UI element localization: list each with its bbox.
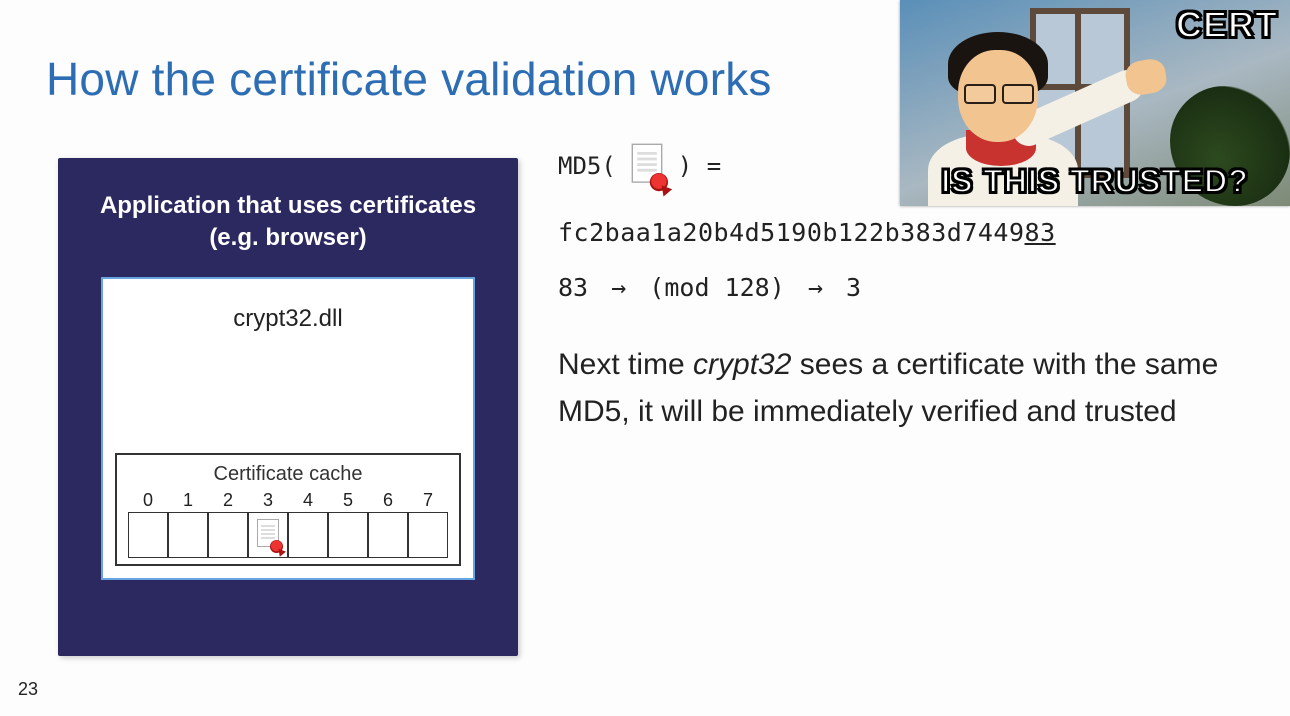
crypt32-box: crypt32.dll Certificate cache 0 1 2 3 4 …: [101, 277, 475, 580]
cache-slot-filled: [248, 512, 288, 558]
certificate-icon: [255, 519, 281, 551]
certificate-icon: [629, 144, 665, 189]
arrow-icon: →: [611, 273, 626, 302]
md5-expression: MD5( ) =: [558, 150, 1262, 182]
cache-index: 2: [208, 490, 248, 512]
cache-slot: [328, 512, 368, 558]
cache-index: 0: [128, 490, 168, 512]
app-diagram: Application that uses certificates (e.g.…: [58, 158, 518, 656]
cache-index-row: 0 1 2 3 4 5 6 7: [123, 490, 453, 512]
md5-suffix: ) =: [678, 152, 721, 180]
slide-number: 23: [18, 679, 38, 700]
cache-index: 3: [248, 490, 288, 512]
cache-index: 6: [368, 490, 408, 512]
meme-top-text: CERT: [1176, 4, 1278, 46]
arrow-icon: →: [808, 273, 823, 302]
hash-value: fc2baa1a20b4d5190b122b383d744983: [558, 218, 1262, 247]
cache-index: 1: [168, 490, 208, 512]
cache-title: Certificate cache: [123, 463, 453, 486]
cache-index: 7: [408, 490, 448, 512]
cache-index: 4: [288, 490, 328, 512]
certificate-cache: Certificate cache 0 1 2 3 4 5 6 7: [115, 453, 461, 566]
cache-index: 5: [328, 490, 368, 512]
cache-slot: [128, 512, 168, 558]
md5-prefix: MD5(: [558, 152, 616, 180]
diagram-header: Application that uses certificates (e.g.…: [58, 158, 518, 277]
cache-slot: [368, 512, 408, 558]
slide-title: How the certificate validation works: [46, 52, 772, 106]
right-content: MD5( ) = fc2baa1a20b4d5190b122b383d74498…: [558, 150, 1262, 435]
cache-slot: [168, 512, 208, 558]
crypt32-label: crypt32.dll: [103, 305, 473, 333]
cache-slot: [208, 512, 248, 558]
slide: How the certificate validation works CER…: [0, 0, 1290, 716]
cache-slot-row: [123, 512, 453, 558]
cache-slot: [288, 512, 328, 558]
mod-calculation: 83 → (mod 128) → 3: [558, 273, 1262, 302]
hash-underlined: 83: [1025, 218, 1056, 247]
explanation-text: Next time crypt32 sees a certificate wit…: [558, 342, 1258, 435]
cache-slot: [408, 512, 448, 558]
